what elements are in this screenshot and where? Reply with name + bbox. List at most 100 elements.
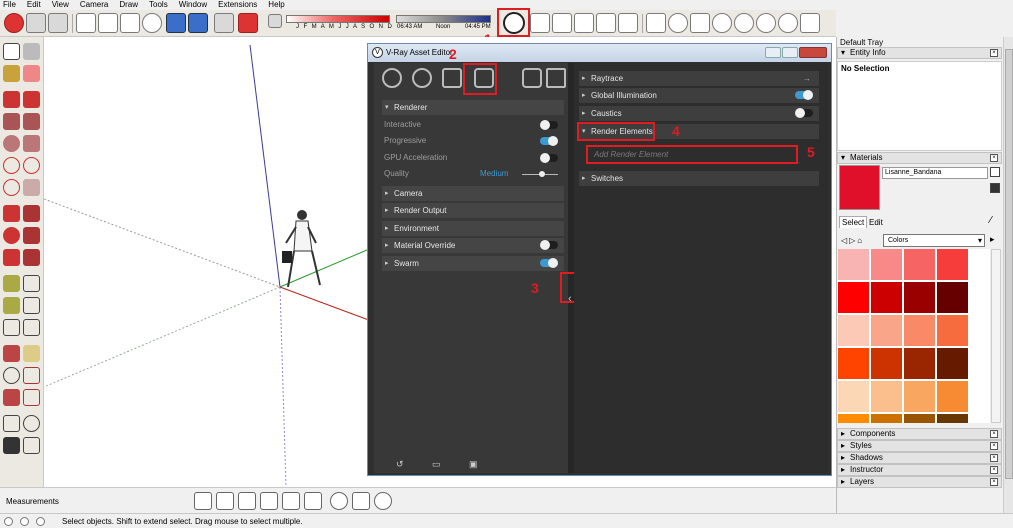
details-arrow-icon[interactable]: ▸	[990, 234, 995, 245]
vray-render-icon[interactable]	[530, 13, 550, 33]
dimension-icon[interactable]	[23, 275, 40, 292]
entity-info-close-icon[interactable]: ×	[990, 49, 998, 57]
color-swatch[interactable]	[871, 348, 902, 379]
position-camera-icon[interactable]	[3, 415, 20, 432]
copy-icon[interactable]	[98, 13, 118, 33]
shadows-header[interactable]: Shadows ×	[837, 452, 1002, 464]
look-around-icon[interactable]	[23, 415, 40, 432]
color-swatch[interactable]	[838, 381, 869, 412]
follow-me-icon[interactable]	[23, 227, 40, 244]
menu-tools[interactable]: Tools	[149, 0, 168, 10]
color-swatch[interactable]	[904, 381, 935, 412]
rotated-rectangle-icon[interactable]	[23, 113, 40, 130]
vray-frame-buffer-icon[interactable]	[574, 13, 594, 33]
default-material-icon[interactable]	[990, 183, 1000, 193]
shadow-toggle-icon[interactable]	[268, 14, 282, 28]
tab-edit[interactable]: Edit	[867, 217, 885, 228]
color-swatch[interactable]	[871, 249, 902, 280]
close-button[interactable]	[799, 47, 827, 58]
model-info-icon[interactable]	[238, 13, 258, 33]
vray-dome-light-icon[interactable]	[756, 13, 776, 33]
section-swarm[interactable]: Swarm	[382, 256, 564, 271]
three-point-arc-icon[interactable]	[3, 179, 20, 196]
geo-location-icon[interactable]	[330, 492, 348, 510]
color-swatch[interactable]	[838, 249, 869, 280]
house-outline-icon[interactable]	[282, 492, 300, 510]
color-swatch[interactable]	[937, 414, 968, 423]
two-point-arc-icon[interactable]	[23, 157, 40, 174]
arc-icon[interactable]	[3, 157, 20, 174]
color-swatch[interactable]	[871, 381, 902, 412]
pan-icon[interactable]	[23, 345, 40, 362]
menu-extensions[interactable]: Extensions	[218, 0, 257, 10]
maximize-button[interactable]	[782, 47, 798, 58]
revert-icon[interactable]: ↺	[396, 459, 404, 470]
protractor-icon[interactable]	[3, 297, 20, 314]
color-swatch[interactable]	[838, 348, 869, 379]
warehouse-icon[interactable]	[194, 492, 212, 510]
section-raytrace[interactable]: Raytrace →	[579, 71, 819, 86]
new-file-icon[interactable]	[4, 13, 24, 33]
cut-icon[interactable]	[76, 13, 96, 33]
create-material-icon[interactable]	[990, 167, 1000, 177]
vray-omni-light-icon[interactable]	[734, 13, 754, 33]
eraser-icon[interactable]	[23, 65, 40, 82]
progressive-toggle[interactable]	[540, 136, 558, 146]
polygon-icon[interactable]	[23, 135, 40, 152]
materials-close-icon[interactable]: ×	[990, 154, 998, 162]
color-swatch[interactable]	[838, 414, 869, 423]
layout-icon[interactable]	[304, 492, 322, 510]
tape-measure-icon[interactable]	[3, 275, 20, 292]
vray-render-region-icon[interactable]	[596, 13, 616, 33]
save-file-icon[interactable]	[48, 13, 68, 33]
library-nav-icons[interactable]: ◁▷⌂	[841, 236, 864, 245]
color-swatch[interactable]	[904, 249, 935, 280]
color-swatch[interactable]	[937, 282, 968, 313]
vray-lock-icon[interactable]	[618, 13, 638, 33]
interactive-toggle[interactable]	[540, 120, 558, 130]
color-swatch[interactable]	[904, 282, 935, 313]
instructor-header[interactable]: Instructor ×	[837, 464, 1002, 476]
section-camera[interactable]: Camera	[382, 186, 564, 201]
entity-info-header[interactable]: Entity Info ×	[837, 47, 1002, 59]
section-render-output[interactable]: Render Output	[382, 203, 564, 218]
render-teapot-icon[interactable]	[522, 68, 542, 88]
styles-close-icon[interactable]: ×	[990, 442, 998, 450]
menu-camera[interactable]: Camera	[80, 0, 108, 10]
help-icon[interactable]	[36, 517, 45, 526]
shadow-date-slider[interactable]	[286, 15, 390, 23]
material-library-select[interactable]: Colors	[883, 234, 985, 247]
styles-header[interactable]: Styles ×	[837, 440, 1002, 452]
gpu-toggle[interactable]	[540, 153, 558, 163]
geometry-category-icon[interactable]	[442, 68, 462, 88]
geo-status-icon[interactable]	[4, 517, 13, 526]
section-plane-icon[interactable]	[23, 437, 40, 454]
swarm-toggle[interactable]	[540, 258, 558, 268]
menu-draw[interactable]: Draw	[119, 0, 138, 10]
3d-text-icon[interactable]	[23, 319, 40, 336]
color-swatch[interactable]	[838, 315, 869, 346]
home-icon[interactable]	[238, 492, 256, 510]
eyedropper-icon[interactable]: ⁄	[990, 215, 992, 226]
color-swatch[interactable]	[937, 249, 968, 280]
offset-icon[interactable]	[23, 249, 40, 266]
axes-icon[interactable]	[3, 319, 20, 336]
minimize-button[interactable]	[765, 47, 781, 58]
sandbox-icon[interactable]	[352, 492, 370, 510]
text-tool-icon[interactable]	[23, 297, 40, 314]
tray-scrollbar-thumb[interactable]	[1005, 49, 1013, 479]
shadows-close-icon[interactable]: ×	[990, 454, 998, 462]
section-switches[interactable]: Switches	[579, 171, 819, 186]
vray-light-icon[interactable]	[646, 13, 666, 33]
vray-proxy-icon[interactable]	[800, 13, 820, 33]
zoom-extents-icon[interactable]	[3, 389, 20, 406]
section-renderer[interactable]: Renderer	[382, 100, 564, 115]
instructor-close-icon[interactable]: ×	[990, 466, 998, 474]
layers-close-icon[interactable]: ×	[990, 478, 998, 486]
move-icon[interactable]	[3, 205, 20, 222]
rectangle-icon[interactable]	[3, 113, 20, 130]
menu-file[interactable]: File	[3, 0, 16, 10]
erase-icon[interactable]	[142, 13, 162, 33]
zoom-window-icon[interactable]	[23, 367, 40, 384]
color-swatch[interactable]	[871, 282, 902, 313]
